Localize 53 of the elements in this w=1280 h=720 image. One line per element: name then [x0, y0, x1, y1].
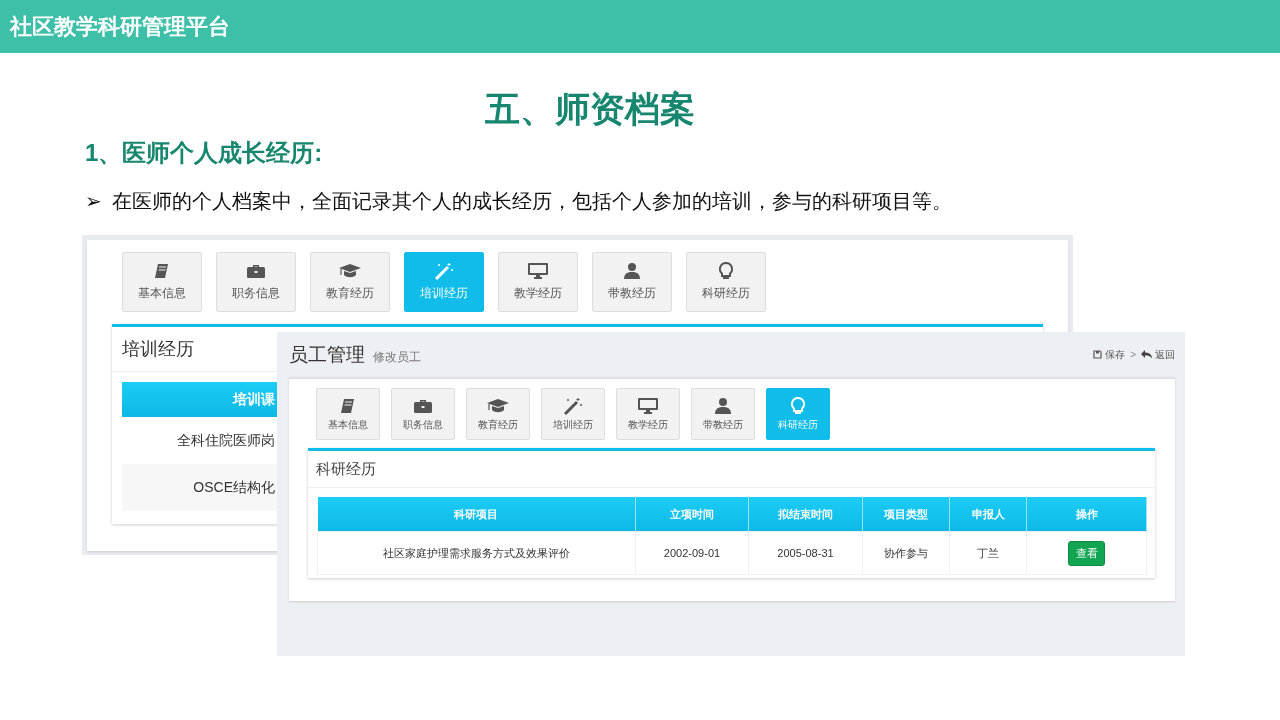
book-icon [153, 262, 171, 280]
table-cell: 全科住院医师岗 [122, 417, 277, 464]
book-icon [339, 396, 357, 415]
save-link[interactable]: 保存 [1093, 347, 1126, 362]
tab[interactable]: 基本信息 [316, 388, 380, 440]
briefcase-icon [246, 262, 266, 280]
monitor-icon [637, 396, 659, 415]
column-header: 操作 [1026, 497, 1147, 532]
tab[interactable]: 教育经历 [466, 388, 530, 440]
separator: > [1130, 349, 1136, 360]
column-header: 立项时间 [635, 497, 749, 532]
table-cell: 2005-08-31 [748, 531, 863, 575]
graduation-cap-icon [486, 396, 510, 415]
page-subtitle: 修改员工 [373, 348, 421, 366]
table-cell: 2002-09-01 [635, 531, 749, 575]
magic-wand-icon [563, 396, 583, 415]
tab[interactable]: 教育经历 [310, 252, 390, 312]
section-heading: 1、医师个人成长经历: [85, 139, 323, 166]
table-cell: 协作参与 [862, 531, 950, 575]
column-header: 申报人 [949, 497, 1027, 532]
monitor-icon [527, 262, 549, 280]
magic-wand-icon [434, 262, 454, 280]
save-icon [1093, 350, 1103, 359]
person-icon [623, 262, 641, 280]
app-title: 社区教学科研管理平台 [10, 12, 230, 41]
tab[interactable]: 职务信息 [391, 388, 455, 440]
tab[interactable]: 教学经历 [616, 388, 680, 440]
lightbulb-icon [791, 396, 805, 415]
reply-arrow-icon [1141, 350, 1152, 359]
table-cell: OSCE结构化 [122, 464, 277, 511]
lightbulb-icon [719, 262, 733, 280]
person-icon [714, 396, 732, 415]
tab[interactable]: 带教经历 [691, 388, 755, 440]
panel-title: 科研经历 [316, 460, 376, 477]
table-cell: 丁兰 [949, 531, 1027, 575]
bullet-marker: ➢ [85, 189, 102, 214]
tab[interactable]: 科研经历 [686, 252, 766, 312]
tab[interactable]: 职务信息 [216, 252, 296, 312]
table-cell: 社区家庭护理需求服务方式及效果评价 [317, 531, 636, 575]
tab[interactable]: 带教经历 [592, 252, 672, 312]
tab[interactable]: 基本信息 [122, 252, 202, 312]
graduation-cap-icon [338, 262, 362, 280]
back-link[interactable]: 返回 [1141, 347, 1175, 362]
panel-title: 培训经历 [122, 339, 194, 359]
slide-heading: 五、师资档案 [485, 89, 695, 128]
page-title: 员工管理 [289, 342, 365, 367]
column-header: 拟结束时间 [748, 497, 863, 532]
column-header: 培训课 [122, 382, 277, 417]
tab[interactable]: 培训经历 [541, 388, 605, 440]
column-header: 项目类型 [862, 497, 950, 532]
bullet-text: 在医师的个人档案中，全面记录其个人的成长经历，包括个人参加的培训，参与的科研项目等。 [111, 189, 952, 214]
tab[interactable]: 教学经历 [498, 252, 578, 312]
column-header: 科研项目 [317, 497, 636, 532]
